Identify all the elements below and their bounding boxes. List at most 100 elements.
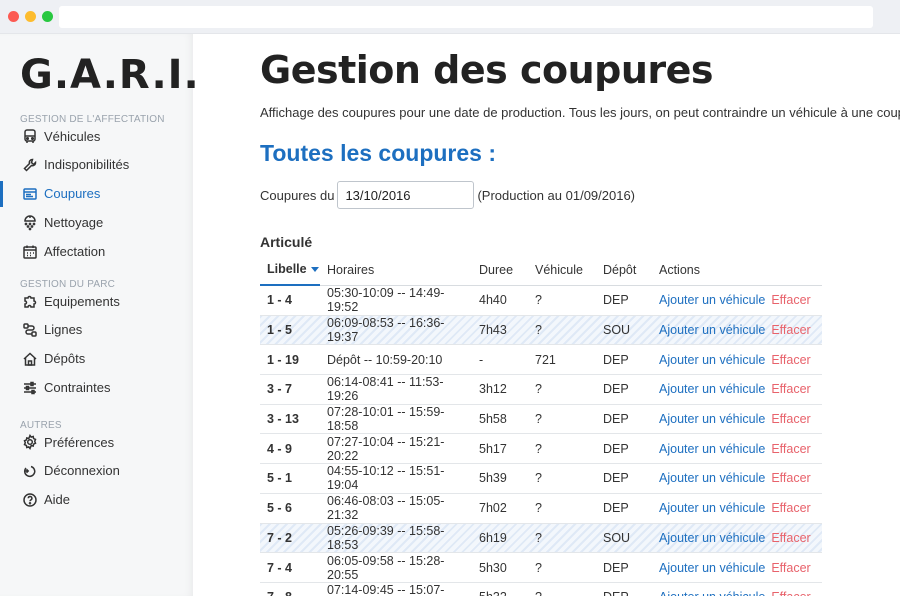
column-header-vehicule[interactable]: Véhicule <box>528 263 596 277</box>
close-window-button[interactable] <box>8 11 19 22</box>
delete-link[interactable]: Effacer <box>771 501 810 515</box>
sidebar-item-deconnexion[interactable]: Déconnexion <box>0 458 193 484</box>
sort-down-icon <box>310 266 319 272</box>
delete-link[interactable]: Effacer <box>771 412 810 426</box>
sidebar-item-affectation[interactable]: Affectation <box>0 239 193 265</box>
sidebar-item-preferences[interactable]: Préférences <box>0 429 193 455</box>
delete-link[interactable]: Effacer <box>771 323 810 337</box>
bus-icon <box>22 128 38 144</box>
add-vehicle-link[interactable]: Ajouter un véhicule <box>659 590 765 596</box>
cell-vehicule: ? <box>528 590 596 596</box>
cell-depot: DEP <box>596 590 652 596</box>
sidebar-item-label: Déconnexion <box>44 463 120 479</box>
sidebar-item-label: Indisponibilités <box>44 157 130 173</box>
cell-vehicule: ? <box>535 441 542 456</box>
delete-link[interactable]: Effacer <box>771 353 810 367</box>
address-bar[interactable] <box>59 6 873 28</box>
cell-duree: 7h02 <box>479 501 507 516</box>
sidebar-item-depots[interactable]: Dépôts <box>0 346 193 372</box>
sidebar-item-lignes[interactable]: Lignes <box>0 317 193 343</box>
delete-link[interactable]: Effacer <box>771 471 810 485</box>
cell-depot: DEP <box>603 501 629 516</box>
sidebar-item-aide[interactable]: Aide <box>0 487 193 513</box>
sidebar-item-label: Contraintes <box>44 380 111 396</box>
maximize-window-button[interactable] <box>42 11 53 22</box>
page-title: Gestion des coupures <box>260 48 714 92</box>
cell-horaires: 07:14-09:45 -- 15:07-19:40 <box>327 583 445 596</box>
column-header-horaires[interactable]: Horaires <box>320 263 472 277</box>
add-vehicle-link[interactable]: Ajouter un véhicule <box>659 323 765 337</box>
sidebar-item-nettoyage[interactable]: Nettoyage <box>0 210 193 236</box>
add-vehicle-link[interactable]: Ajouter un véhicule <box>659 293 765 307</box>
sidebar-item-label: Lignes <box>44 322 83 338</box>
add-vehicle-link[interactable]: Ajouter un véhicule <box>659 442 765 456</box>
sidebar: G.A.R.I. GESTION DE L'AFFECTATION Véhicul… <box>0 34 199 596</box>
delete-link[interactable]: Effacer <box>771 590 810 596</box>
add-vehicle-link[interactable]: Ajouter un véhicule <box>659 353 765 367</box>
cell-libelle: 3 - 7 <box>267 382 293 397</box>
cell-duree: 6h19 <box>479 530 507 545</box>
schedule-icon <box>22 186 38 202</box>
delete-link[interactable]: Effacer <box>771 561 810 575</box>
cell-vehicule: ? <box>535 560 542 575</box>
column-header-duree[interactable]: Duree <box>472 263 528 277</box>
route-icon <box>22 322 38 338</box>
sidebar-item-label: Coupures <box>44 186 101 202</box>
delete-link[interactable]: Effacer <box>771 531 810 545</box>
cell-horaires: 06:14-08:41 -- 11:53-19:26 <box>327 375 444 404</box>
table-row: 3 - 13 07:28-10:01 -- 15:59-18:58 5h58? DEP… <box>260 405 822 435</box>
sidebar-item-label: Nettoyage <box>44 215 104 231</box>
sidebar-item-contraintes[interactable]: Contraintes <box>0 375 193 401</box>
cell-depot: DEP <box>603 382 629 397</box>
cell-actions: Ajouter un véhicule Effacer <box>652 501 822 515</box>
add-vehicle-link[interactable]: Ajouter un véhicule <box>659 561 765 575</box>
cell-actions: Ajouter un véhicule Effacer <box>652 531 822 545</box>
cell-depot: DEP <box>603 293 629 308</box>
help-icon <box>22 492 38 508</box>
add-vehicle-link[interactable]: Ajouter un véhicule <box>659 471 765 485</box>
minimize-window-button[interactable] <box>25 11 36 22</box>
gear-icon <box>22 434 38 450</box>
home-icon <box>22 351 38 367</box>
cell-actions: Ajouter un véhicule Effacer <box>652 442 822 456</box>
cell-vehicule: ? <box>535 530 542 545</box>
cell-vehicule: ? <box>535 323 542 338</box>
delete-link[interactable]: Effacer <box>771 442 810 456</box>
column-header-libelle[interactable]: Libelle <box>260 254 320 286</box>
add-vehicle-link[interactable]: Ajouter un véhicule <box>659 382 765 396</box>
sidebar-item-label: Préférences <box>44 434 115 450</box>
cell-actions: Ajouter un véhicule Effacer <box>652 471 822 485</box>
add-vehicle-link[interactable]: Ajouter un véhicule <box>659 501 765 515</box>
cell-horaires: 07:27-10:04 -- 15:21-20:22 <box>327 434 445 463</box>
cell-actions: Ajouter un véhicule Effacer <box>652 590 822 596</box>
delete-link[interactable]: Effacer <box>771 382 810 396</box>
date-input[interactable] <box>337 181 475 209</box>
sidebar-item-vehicules[interactable]: Véhicules <box>0 123 193 149</box>
delete-link[interactable]: Effacer <box>771 293 810 307</box>
sidebar-item-indisponibilites[interactable]: Indisponibilités <box>0 152 193 178</box>
cell-actions: Ajouter un véhicule Effacer <box>652 412 822 426</box>
cell-horaires: Dépôt -- 10:59-20:10 <box>327 352 443 367</box>
cell-vehicule: ? <box>535 501 542 516</box>
table-header: Libelle Horaires Duree Véhicule Dépôt Ac… <box>260 254 822 286</box>
sidebar-item-equipements[interactable]: Equipements <box>0 288 193 314</box>
add-vehicle-link[interactable]: Ajouter un véhicule <box>659 412 765 426</box>
add-vehicle-link[interactable]: Ajouter un véhicule <box>659 531 765 545</box>
table-row: 1 - 4 05:30-10:09 -- 14:49-19:52 4h40? DEP A… <box>260 286 822 316</box>
cell-horaires: 07:28-10:01 -- 15:59-18:58 <box>327 405 445 434</box>
cell-actions: Ajouter un véhicule Effacer <box>652 561 822 575</box>
cell-libelle: 7 - 2 <box>267 530 293 545</box>
column-header-depot[interactable]: Dépôt <box>596 263 652 277</box>
cell-horaires: 06:09-08:53 -- 16:36-19:37 <box>327 316 445 345</box>
cell-duree: 5h32 <box>472 590 528 596</box>
cell-libelle: 5 - 6 <box>267 501 293 516</box>
cell-duree: 5h30 <box>479 560 507 575</box>
cell-libelle: 4 - 9 <box>267 441 293 456</box>
calendar-icon <box>22 244 38 260</box>
sidebar-item-coupures[interactable]: Coupures <box>0 180 193 207</box>
cell-libelle: 1 - 5 <box>267 323 293 338</box>
date-filter: Coupures du (Production au 01/09/2016) <box>260 180 635 210</box>
cell-depot: DEP <box>603 352 629 367</box>
sidebar-item-label: Dépôts <box>44 351 86 367</box>
date-label: Coupures du <box>260 187 335 203</box>
